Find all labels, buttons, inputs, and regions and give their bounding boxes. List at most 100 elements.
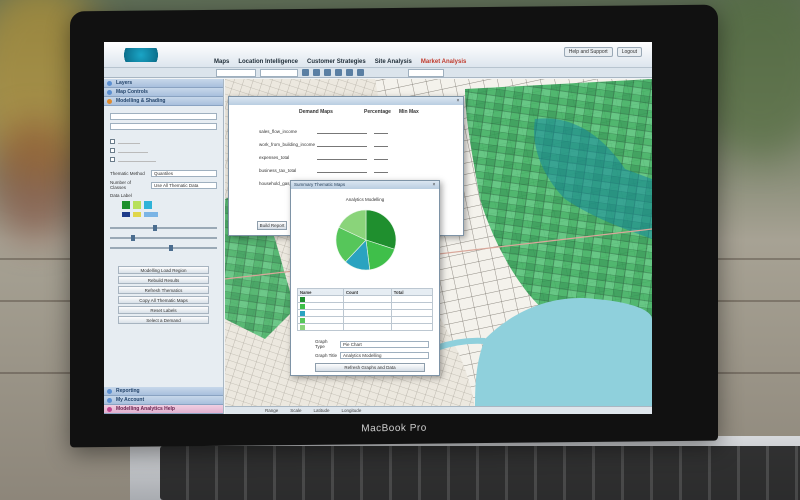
color-row bbox=[122, 201, 217, 209]
color-swatch[interactable] bbox=[133, 201, 141, 209]
account-icon bbox=[107, 398, 112, 403]
zoom-out-icon[interactable] bbox=[313, 69, 320, 76]
sidebar-bottom-accordion: Reporting My Account Modelling Analytics… bbox=[104, 387, 223, 414]
color-swatch[interactable] bbox=[144, 201, 152, 209]
table-cell bbox=[390, 323, 434, 331]
refresh-thematics-button[interactable]: Refresh Thematics bbox=[118, 286, 209, 294]
accordion-my-account[interactable]: My Account bbox=[104, 396, 223, 405]
percent-input[interactable] bbox=[374, 167, 388, 173]
slider-handle[interactable] bbox=[131, 235, 136, 241]
checkbox[interactable] bbox=[110, 147, 115, 153]
data-label-label: Data Label bbox=[110, 193, 132, 198]
accordion-modelling[interactable]: Modelling & Shading bbox=[104, 97, 223, 106]
laptop-brand-label: MacBook Pro bbox=[361, 422, 427, 435]
option-row bbox=[110, 138, 217, 144]
build-report-button[interactable]: Build Report bbox=[257, 221, 287, 230]
demand-input[interactable] bbox=[317, 167, 367, 173]
zoom-in-icon[interactable] bbox=[302, 69, 309, 76]
legend-swatch bbox=[300, 324, 305, 330]
table-cell bbox=[342, 302, 392, 310]
demand-input[interactable] bbox=[317, 141, 367, 147]
keyboard bbox=[160, 446, 800, 500]
header-actions: Help and Support Logout bbox=[563, 47, 642, 57]
classes-dropdown[interactable]: Use All Thematic Data bbox=[151, 181, 217, 189]
demand-dropdown[interactable] bbox=[110, 123, 217, 130]
demand-row: work_from_building_income bbox=[259, 141, 439, 147]
checkbox[interactable] bbox=[110, 138, 115, 144]
map-controls-icon bbox=[107, 90, 112, 95]
demand-row: sales_flow_income bbox=[259, 128, 439, 134]
graph-title-label: Graph Title bbox=[315, 353, 338, 358]
load-region-button[interactable]: Modelling Load Region bbox=[118, 266, 209, 274]
option-row bbox=[110, 123, 217, 130]
nav-tab-maps[interactable]: Maps bbox=[214, 59, 229, 65]
checkbox[interactable] bbox=[110, 156, 115, 162]
print-icon[interactable] bbox=[357, 69, 364, 76]
percent-input[interactable] bbox=[374, 154, 388, 160]
sidebar-button-group: Modelling Load Region Rebuild Results Re… bbox=[104, 266, 223, 324]
graph-title-input[interactable]: Analytics Modelling bbox=[340, 352, 429, 359]
nav-tab-location-intelligence[interactable]: Location Intelligence bbox=[238, 59, 298, 65]
copy-thematic-maps-button[interactable]: Copy All Thematic Maps bbox=[118, 296, 209, 304]
table-header-row: Name Count Total bbox=[297, 288, 434, 296]
table-cell bbox=[342, 309, 392, 317]
pan-icon[interactable] bbox=[324, 69, 331, 76]
nav-tab-customer-strategies[interactable]: Customer Strategies bbox=[307, 59, 366, 65]
min-max-header: Min Max bbox=[399, 109, 419, 115]
select-icon[interactable] bbox=[335, 69, 342, 76]
table-cell bbox=[342, 316, 392, 324]
layer-select[interactable] bbox=[216, 68, 256, 77]
nav-tab-site-analysis[interactable]: Site Analysis bbox=[375, 59, 412, 65]
table-row[interactable] bbox=[297, 302, 434, 310]
demand-input[interactable] bbox=[317, 128, 367, 134]
demand-row: expenses_total bbox=[259, 154, 439, 160]
rebuild-results-button[interactable]: Rebuild Results bbox=[118, 276, 209, 284]
region-dropdown[interactable] bbox=[110, 113, 217, 120]
table-row[interactable] bbox=[297, 295, 434, 303]
refresh-graphs-button[interactable]: Refresh Graphs and Data bbox=[315, 363, 425, 372]
scale-slider[interactable] bbox=[110, 245, 217, 251]
table-row[interactable] bbox=[297, 316, 434, 324]
measure-icon[interactable] bbox=[346, 69, 353, 76]
accordion-layers[interactable]: Layers bbox=[104, 79, 223, 88]
percent-input[interactable] bbox=[374, 141, 388, 147]
select-demand-button[interactable]: Select a Demand bbox=[118, 316, 209, 324]
legend-swatch bbox=[300, 310, 305, 316]
demand-input[interactable] bbox=[317, 154, 367, 160]
slider-handle[interactable] bbox=[152, 225, 157, 231]
close-icon[interactable]: × bbox=[455, 98, 461, 104]
nav-tab-market-analysis[interactable]: Market Analysis bbox=[421, 59, 466, 65]
range-slider[interactable] bbox=[110, 235, 217, 241]
logout-button[interactable]: Logout bbox=[616, 47, 642, 57]
accordion-reporting[interactable]: Reporting bbox=[104, 387, 223, 396]
color-swatch[interactable] bbox=[122, 201, 130, 209]
region-select[interactable] bbox=[260, 68, 298, 77]
app-header: Maps Location Intelligence Customer Stra… bbox=[104, 42, 652, 68]
slider-handle[interactable] bbox=[168, 245, 173, 251]
basemap-select[interactable] bbox=[408, 68, 444, 77]
option-row bbox=[110, 147, 217, 153]
table-row[interactable] bbox=[297, 323, 434, 331]
dialog-titlebar: × bbox=[229, 97, 463, 105]
opacity-slider[interactable] bbox=[110, 225, 217, 231]
table-row[interactable] bbox=[297, 309, 434, 317]
modelling-panel: Thematic Method Quantiles Number of Class… bbox=[104, 106, 223, 256]
option-row: Number of Classes Use All Thematic Data bbox=[110, 180, 217, 190]
help-button[interactable]: Help and Support bbox=[563, 47, 613, 57]
main-nav: Maps Location Intelligence Customer Stra… bbox=[214, 59, 466, 65]
close-icon[interactable]: × bbox=[431, 182, 437, 188]
col-header: Name bbox=[297, 288, 344, 296]
option-text bbox=[118, 138, 140, 144]
summary-table-wrap: Name Count Total bbox=[297, 288, 434, 331]
accordion-help[interactable]: Modelling Analytics Help bbox=[104, 405, 223, 414]
accordion-map-controls[interactable]: Map Controls bbox=[104, 88, 223, 97]
reset-labels-button[interactable]: Reset Labels bbox=[118, 306, 209, 314]
legend-cell bbox=[297, 295, 344, 303]
accordion-label: Layers bbox=[116, 80, 133, 86]
option-row: Thematic Method Quantiles bbox=[110, 170, 217, 177]
app-logo bbox=[118, 48, 164, 62]
thematic-method-dropdown[interactable]: Quantiles bbox=[151, 170, 217, 177]
summary-title: Summary Thematic Maps bbox=[294, 182, 346, 187]
graph-type-select[interactable]: Pie Chart bbox=[340, 340, 429, 348]
percent-input[interactable] bbox=[374, 128, 388, 134]
